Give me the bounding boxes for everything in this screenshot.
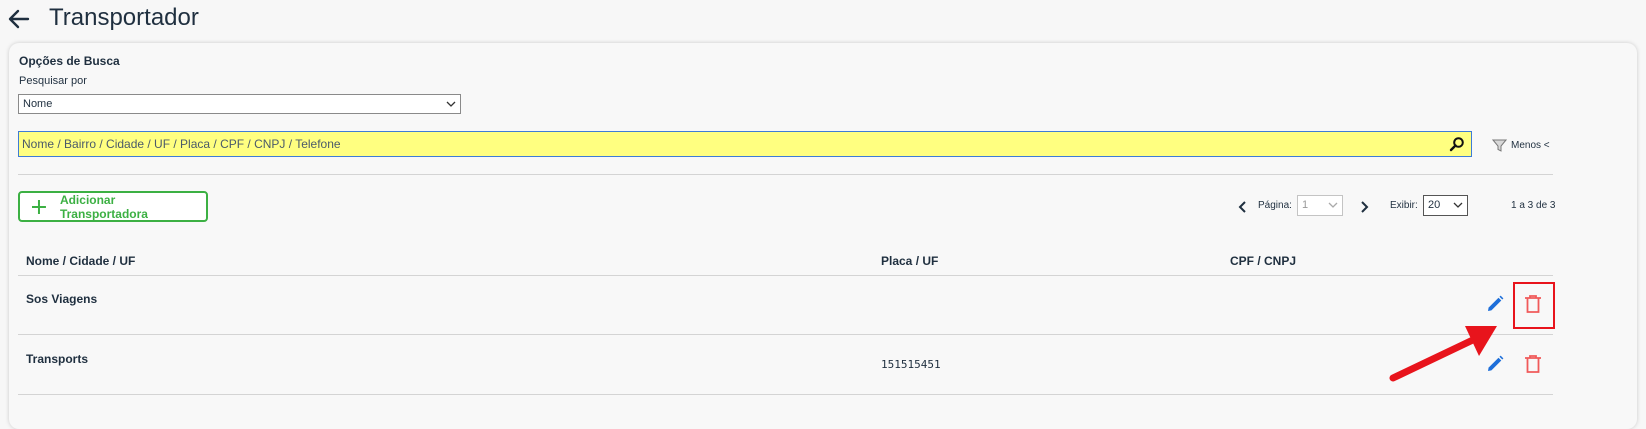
filter-icon	[1492, 139, 1507, 152]
scrollbar[interactable]	[1637, 43, 1646, 429]
page-select[interactable]: 1	[1297, 195, 1343, 216]
chevron-right-icon[interactable]	[1358, 200, 1370, 214]
page-size-value: 20	[1428, 199, 1441, 211]
search-by-select[interactable]: Nome	[18, 94, 461, 114]
chevron-down-icon	[1453, 202, 1463, 208]
page-title: Transportador	[49, 4, 199, 31]
row-name: Sos Viagens	[26, 292, 98, 306]
arrow-left-icon[interactable]	[6, 6, 32, 32]
search-input[interactable]: Nome / Bairro / Cidade / UF / Placa / CP…	[18, 131, 1472, 157]
search-icon[interactable]	[1449, 136, 1465, 152]
add-transporter-button[interactable]: Adicionar Transportadora	[18, 191, 208, 222]
edit-icon[interactable]	[1485, 294, 1505, 314]
add-transporter-label: Adicionar Transportadora	[59, 192, 148, 221]
show-label: Exibir:	[1390, 200, 1418, 211]
plus-icon	[31, 199, 46, 214]
chevron-down-icon	[446, 101, 456, 107]
column-header-plate: Placa / UF	[881, 254, 939, 268]
page-size-select[interactable]: 20	[1423, 195, 1468, 216]
search-by-select-value: Nome	[23, 98, 53, 110]
trash-icon[interactable]	[1524, 354, 1542, 374]
search-options-title: Opções de Busca	[19, 54, 120, 68]
page-label: Página:	[1258, 200, 1292, 211]
row-divider	[18, 394, 1553, 395]
divider	[18, 174, 1553, 175]
table-header-divider	[18, 275, 1553, 276]
chevron-down-icon	[1328, 202, 1338, 208]
row-divider	[18, 334, 1553, 335]
page-header: Transportador	[0, 0, 1646, 40]
search-by-label: Pesquisar por	[19, 75, 87, 87]
search-input-placeholder: Nome / Bairro / Cidade / UF / Placa / CP…	[22, 137, 341, 151]
results-range: 1 a 3 de 3	[1511, 200, 1556, 211]
filter-toggle-label: Menos <	[1511, 139, 1550, 151]
filter-toggle[interactable]: Menos <	[1492, 137, 1550, 153]
delete-highlight-box	[1513, 282, 1555, 329]
chevron-left-icon[interactable]	[1237, 200, 1249, 214]
column-header-cpf-cnpj: CPF / CNPJ	[1230, 254, 1297, 268]
page-select-value: 1	[1302, 199, 1309, 211]
row-name: Transports	[26, 352, 89, 366]
row-plate: 151515451	[881, 358, 941, 371]
column-header-name: Nome / Cidade / UF	[26, 254, 136, 268]
annotation-arrow-icon	[1389, 326, 1497, 382]
